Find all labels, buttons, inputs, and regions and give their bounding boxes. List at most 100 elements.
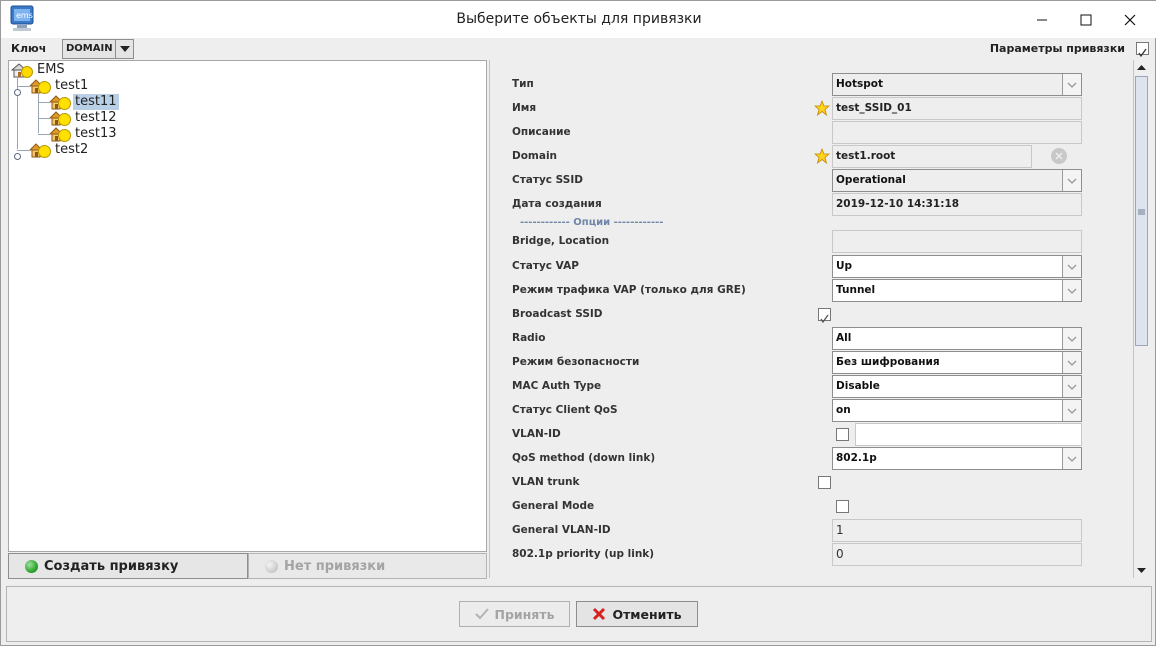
key-combo[interactable]: DOMAIN (62, 39, 134, 59)
expand-icon[interactable] (13, 146, 22, 160)
required-star-icon (813, 99, 831, 117)
scrollbar-thumb[interactable] (1135, 76, 1148, 346)
prop-combo[interactable]: 802.1p (832, 447, 1082, 470)
prop-combo-value: Без шифрования (836, 356, 940, 368)
tree-node-label: test11 (73, 94, 119, 110)
vlan-id-input[interactable] (855, 423, 1082, 446)
chevron-down-icon[interactable] (1062, 376, 1081, 397)
prop-combo[interactable]: Operational (832, 169, 1082, 192)
prop-label: Описание (512, 126, 571, 138)
prop-combo[interactable]: All (832, 327, 1082, 350)
prop-checkbox[interactable] (836, 428, 849, 441)
scroll-down-icon[interactable] (1134, 563, 1149, 578)
chevron-down-icon[interactable] (1062, 74, 1081, 95)
prop-label: Radio (512, 332, 546, 344)
no-binding-button[interactable]: Нет привязки (248, 553, 487, 579)
collapse-icon[interactable] (13, 82, 22, 96)
prop-label: Broadcast SSID (512, 308, 603, 320)
required-star-icon (813, 147, 831, 165)
close-button[interactable] (1107, 1, 1153, 38)
cancel-button[interactable]: Отменить (576, 601, 698, 627)
tree-connector (38, 118, 49, 119)
prop-combo[interactable]: Disable (832, 375, 1082, 398)
binding-params-checkbox[interactable] (1136, 42, 1149, 58)
prop-label: Domain (512, 150, 558, 162)
prop-label: Статус VAP (512, 260, 579, 272)
vertical-scrollbar[interactable] (1133, 60, 1149, 578)
tree-node-label: test13 (75, 126, 117, 141)
green-status-icon (25, 559, 38, 573)
prop-combo[interactable]: on (832, 399, 1082, 422)
prop-label: MAC Auth Type (512, 380, 602, 392)
prop-label: Имя (512, 102, 537, 114)
prop-combo[interactable]: Up (832, 255, 1082, 278)
maximize-button[interactable] (1063, 1, 1109, 38)
binding-params-label: Параметры привязки (989, 42, 1125, 55)
prop-field[interactable]: 2019-12-10 14:31:18 (832, 193, 1082, 216)
chevron-down-icon[interactable] (1062, 256, 1081, 277)
prop-label: VLAN trunk (512, 476, 580, 488)
domain-icon (48, 126, 71, 142)
prop-combo-value: on (836, 404, 851, 416)
prop-field[interactable]: test_SSID_01 (832, 97, 1082, 120)
cancel-x-icon (593, 607, 606, 621)
domain-icon (48, 94, 71, 110)
domain-tree: EMS test1 test11 test12 test13 test2 (8, 60, 487, 552)
prop-field[interactable] (832, 121, 1082, 144)
create-binding-button[interactable]: Создать привязку (8, 553, 248, 579)
tree-connector (38, 134, 49, 135)
prop-checkbox[interactable] (818, 476, 831, 489)
accept-label: Принять (494, 606, 555, 622)
options-separator: ------------ Опции ------------ (520, 217, 664, 228)
chevron-down-icon[interactable] (1062, 328, 1081, 349)
prop-field[interactable]: 1 (832, 519, 1082, 542)
chevron-down-icon[interactable] (1062, 400, 1081, 421)
prop-field[interactable] (832, 230, 1082, 253)
tree-connector (38, 102, 49, 103)
prop-combo[interactable]: Tunnel (832, 279, 1082, 302)
key-toolbar: Ключ DOMAIN Параметры привязки (1, 38, 1156, 60)
prop-label: Статус Client QoS (512, 404, 618, 416)
prop-combo-value: Disable (836, 380, 880, 392)
domain-icon (28, 142, 51, 158)
prop-combo[interactable]: Без шифрования (832, 351, 1082, 374)
prop-label: Bridge, Location (512, 235, 610, 247)
chevron-down-icon[interactable] (1062, 448, 1081, 469)
tree-node-test11[interactable]: test11 (48, 94, 119, 110)
prop-combo[interactable]: Hotspot (832, 73, 1082, 96)
tree-node-test13[interactable]: test13 (48, 126, 119, 142)
prop-label: 802.1p priority (up link) (512, 548, 655, 560)
grey-status-icon (265, 559, 278, 573)
prop-label: General VLAN-ID (512, 524, 611, 536)
prop-field[interactable]: 0 (832, 543, 1082, 566)
chevron-down-icon[interactable] (1062, 170, 1081, 191)
tree-node-EMS[interactable]: EMS (10, 62, 67, 78)
tree-node-test2[interactable]: test2 (28, 142, 90, 158)
prop-checkbox[interactable] (818, 308, 831, 324)
clear-icon[interactable] (1051, 148, 1067, 164)
prop-field[interactable]: test1.root (832, 145, 1032, 168)
prop-label: Тип (512, 78, 534, 90)
chevron-down-icon[interactable] (1062, 352, 1081, 373)
accept-button[interactable]: Принять (459, 601, 570, 627)
prop-label: Режим трафика VAP (только для GRE) (512, 284, 746, 296)
chevron-down-icon[interactable] (1062, 280, 1081, 301)
prop-label: QoS method (down link) (512, 452, 656, 464)
key-combo-value: DOMAIN (66, 43, 113, 54)
tree-node-test12[interactable]: test12 (48, 110, 119, 126)
prop-label: Дата создания (512, 198, 602, 210)
chevron-down-icon[interactable] (115, 40, 133, 58)
domain-icon (48, 110, 71, 126)
prop-checkbox[interactable] (836, 500, 849, 513)
title-bar: ems Выберите объекты для привязки (1, 1, 1156, 38)
prop-combo-value: Up (836, 260, 853, 272)
prop-combo-value: Hotspot (836, 78, 884, 90)
prop-label: VLAN-ID (512, 428, 561, 440)
home-icon (10, 62, 33, 78)
minimize-button[interactable] (1019, 1, 1065, 38)
cancel-label: Отменить (612, 606, 682, 622)
create-binding-label: Создать привязку (44, 558, 179, 574)
prop-label: Режим безопасности (512, 356, 640, 368)
scroll-up-icon[interactable] (1134, 60, 1149, 75)
tree-node-test1[interactable]: test1 (28, 78, 90, 94)
